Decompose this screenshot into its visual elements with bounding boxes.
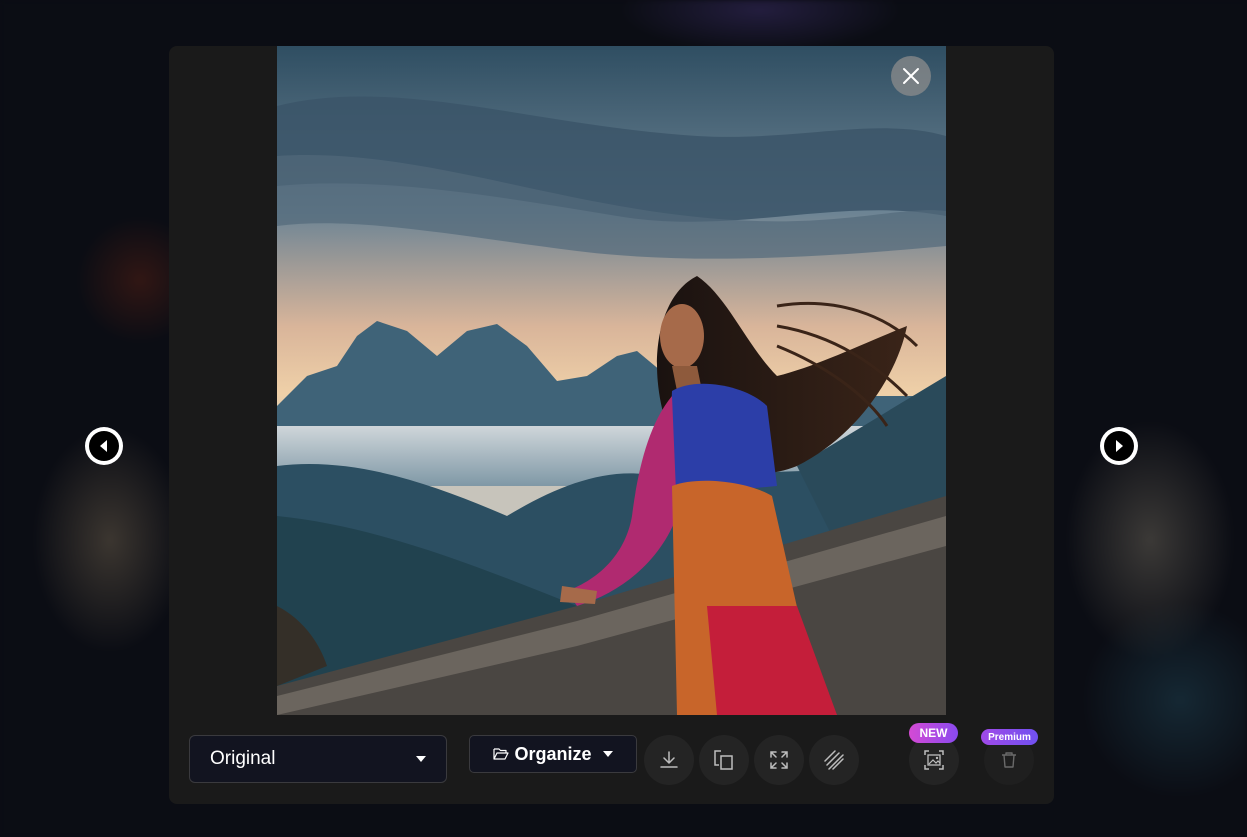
- premium-badge: Premium: [981, 729, 1038, 745]
- viewer-toolbar: Original Organize NEW Premium: [169, 723, 1054, 804]
- remix-button[interactable]: [809, 735, 859, 785]
- arrow-right-icon: [1104, 431, 1134, 461]
- copy-button[interactable]: [699, 735, 749, 785]
- previous-image-button[interactable]: [85, 427, 123, 465]
- version-select-value: Original: [210, 748, 276, 769]
- folder-open-icon: [493, 748, 510, 760]
- generated-image: [277, 46, 946, 715]
- download-icon: [660, 751, 678, 768]
- copy-icon: [714, 750, 733, 770]
- organize-label: Organize: [514, 743, 592, 764]
- scan-image-icon: [924, 750, 944, 770]
- expand-icon: [770, 751, 788, 769]
- caret-down-icon: [416, 756, 426, 762]
- fullscreen-button[interactable]: [754, 735, 804, 785]
- caret-down-icon: [602, 751, 613, 757]
- close-icon: [903, 68, 919, 84]
- organize-button[interactable]: Organize: [469, 735, 637, 773]
- trash-icon: [1002, 752, 1016, 768]
- arrow-left-icon: [89, 431, 119, 461]
- version-select[interactable]: Original: [189, 735, 447, 783]
- close-button[interactable]: [891, 56, 931, 96]
- hatch-icon: [824, 750, 844, 770]
- image-viewer-modal: Original Organize NEW Premium: [169, 46, 1054, 804]
- download-button[interactable]: [644, 735, 694, 785]
- new-badge: NEW: [909, 723, 958, 743]
- next-image-button[interactable]: [1100, 427, 1138, 465]
